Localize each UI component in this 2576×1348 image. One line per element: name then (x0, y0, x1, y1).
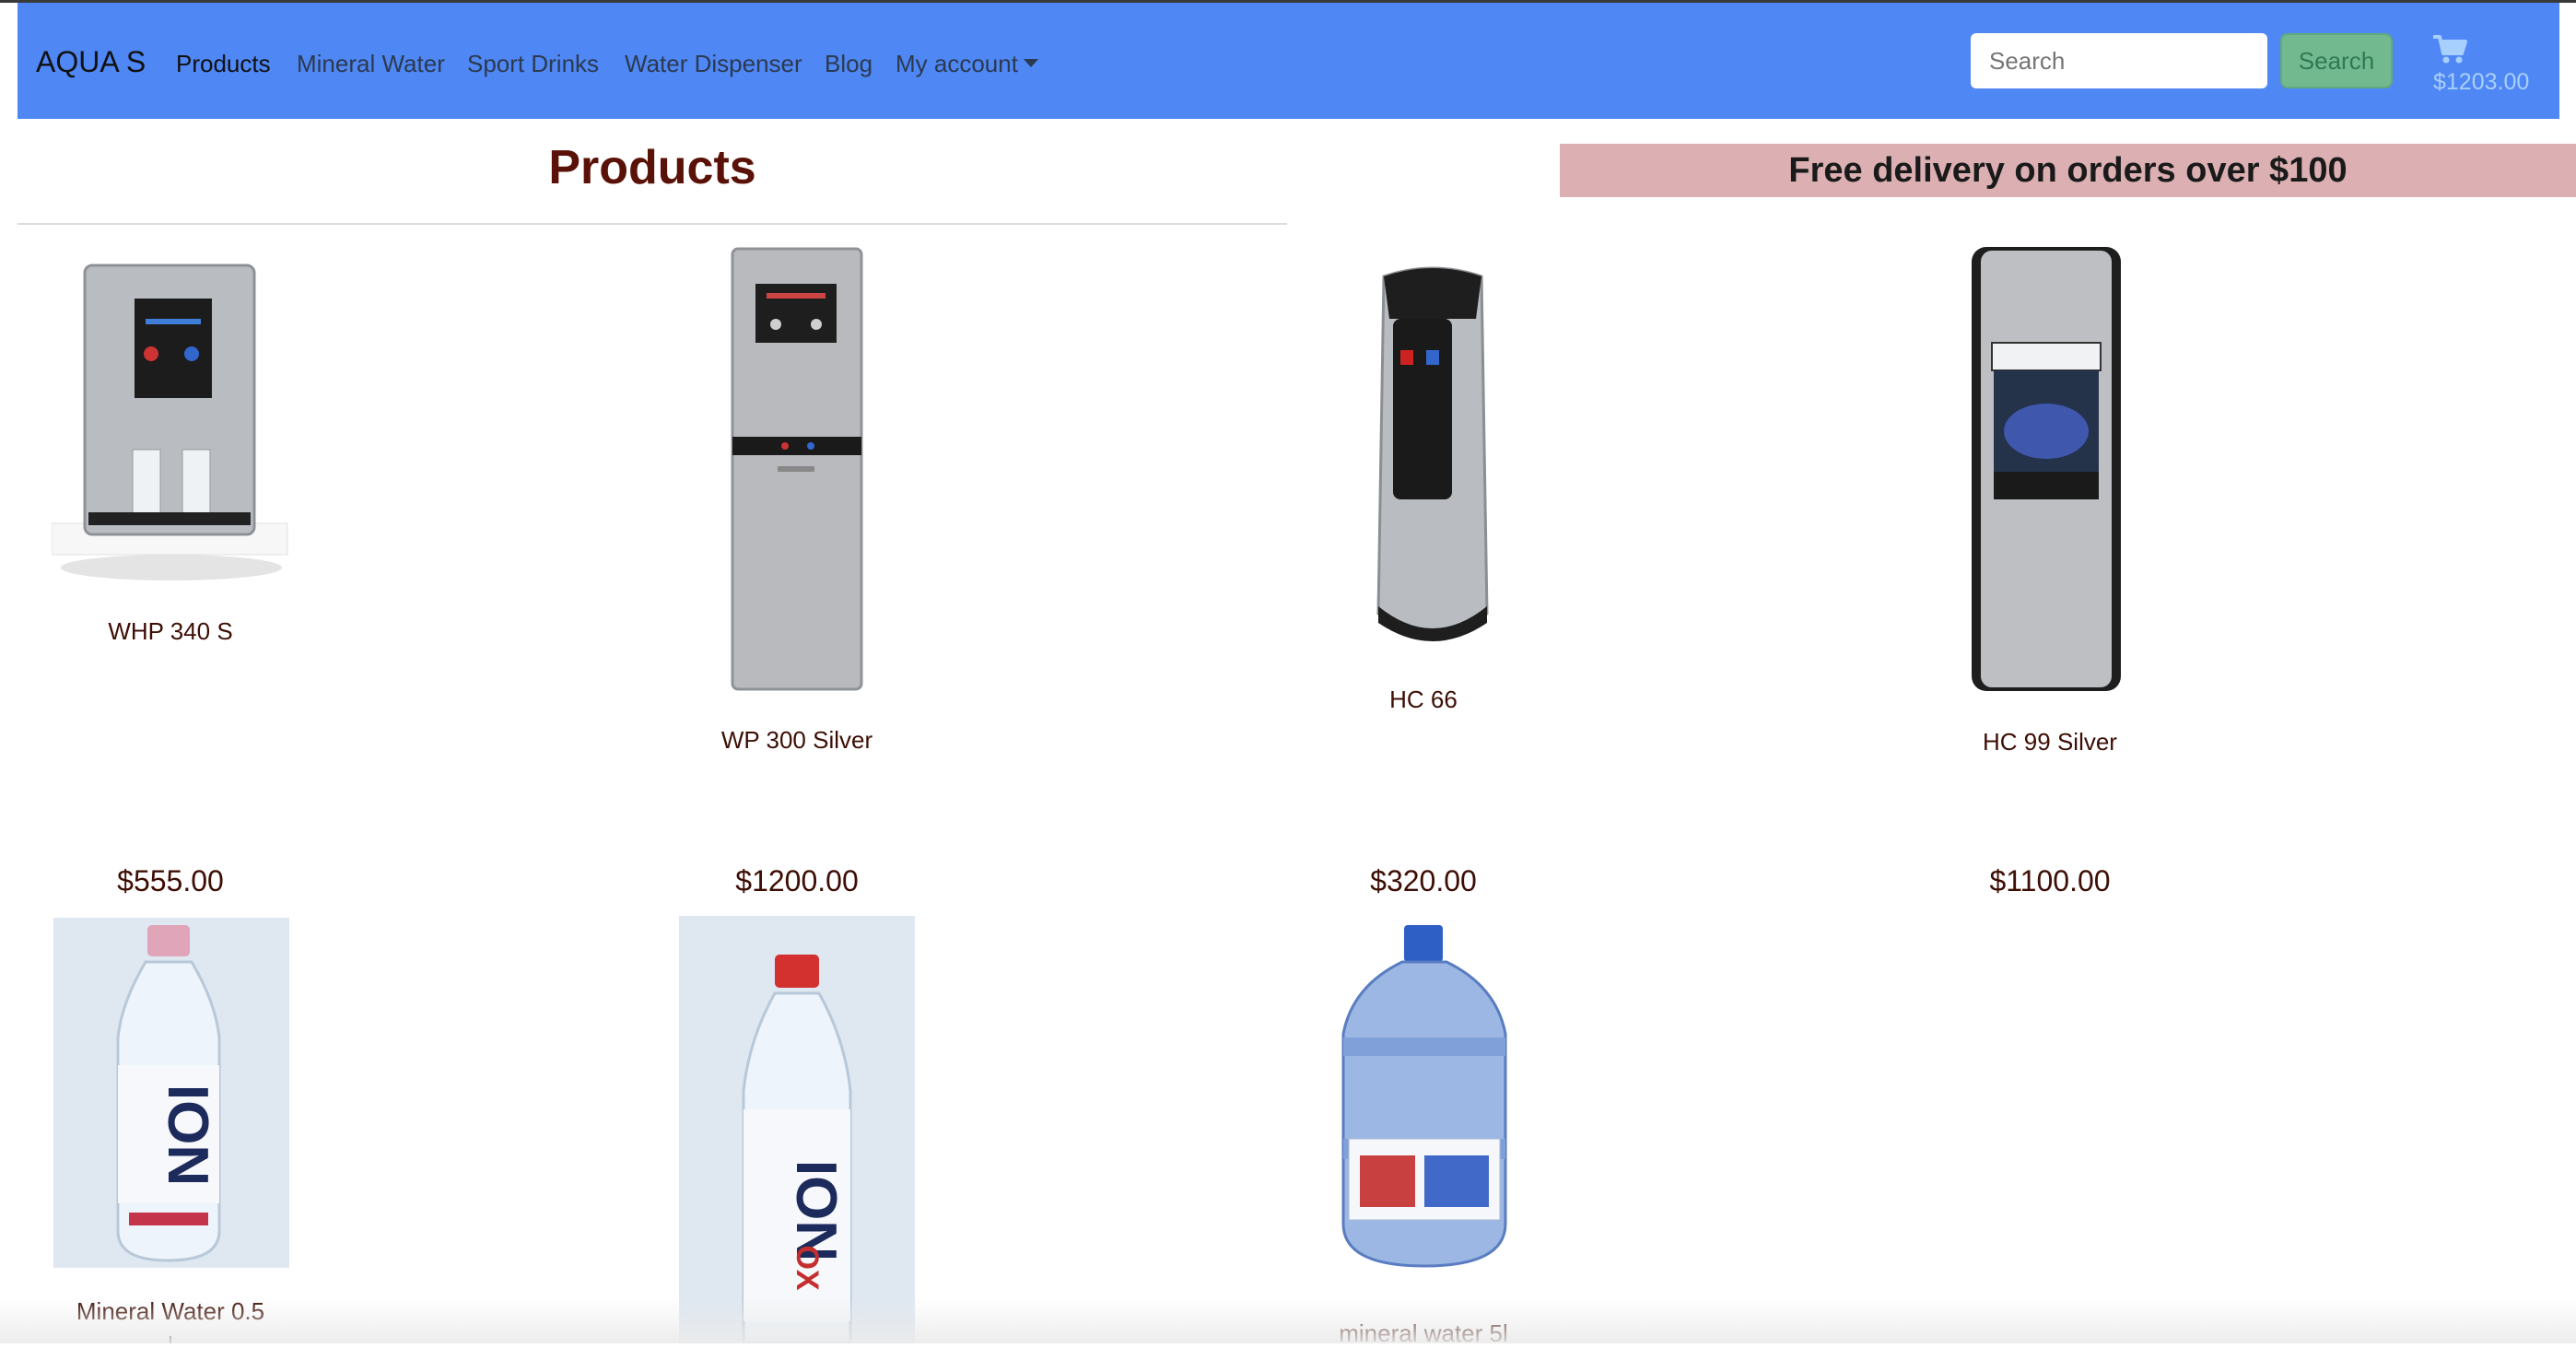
nav-link-water-dispenser[interactable]: Water Dispenser (625, 50, 802, 78)
free-delivery-banner: Free delivery on orders over $100 (1560, 144, 2576, 197)
product-image-hc-66[interactable] (1373, 264, 1493, 651)
page-title: Products (548, 141, 756, 194)
chevron-down-icon (1023, 59, 1038, 67)
product-price: $1200.00 (735, 864, 859, 897)
search-input[interactable] (1971, 33, 2267, 88)
product-price: $555.00 (117, 864, 224, 897)
product-image-mineral-water-5l[interactable] (1332, 925, 1516, 1270)
product-image-ion-ox[interactable]: ION OX (679, 916, 915, 1343)
nav-link-sport-drinks[interactable]: Sport Drinks (467, 50, 599, 78)
product-name[interactable]: mineral water 5l (1147, 1319, 1700, 1348)
account-dropdown-label: My account (896, 50, 1018, 77)
product-price: $1100.00 (1989, 864, 2111, 897)
product-name[interactable]: Mineral Water 0.5 (0, 1297, 447, 1326)
nav-link-blog[interactable]: Blog (825, 50, 872, 78)
product-name[interactable]: HC 99 Silver (1774, 728, 2326, 756)
nav-link-products[interactable]: Products (176, 50, 271, 78)
product-image-wp-300-silver[interactable] (728, 245, 866, 693)
search-button[interactable]: Search (2280, 33, 2393, 88)
nav-link-mineral-water[interactable]: Mineral Water (297, 50, 445, 78)
product-name[interactable]: WP 300 Silver (521, 726, 1073, 755)
account-dropdown[interactable]: My account (896, 50, 1038, 78)
title-divider (18, 223, 1287, 225)
product-image-hc-99-silver[interactable] (1968, 241, 2125, 697)
shopping-cart-icon (2433, 35, 2467, 64)
svg-text:ION: ION (156, 1084, 219, 1186)
product-image-mineral-water-05[interactable]: ION (53, 918, 289, 1268)
product-image-whp-340-s[interactable] (52, 258, 291, 590)
brand-logo[interactable]: AQUA S (36, 45, 146, 79)
product-price: $320.00 (1370, 864, 1477, 897)
svg-text:OX: OX (790, 1245, 825, 1290)
cart-total: $1203.00 (2433, 69, 2530, 95)
product-name[interactable]: WHP 340 S (0, 617, 447, 646)
text-fragment (170, 1336, 171, 1343)
navbar: AQUA S Products Mineral Water Sport Drin… (18, 3, 2559, 119)
product-name[interactable]: HC 66 (1147, 686, 1700, 714)
